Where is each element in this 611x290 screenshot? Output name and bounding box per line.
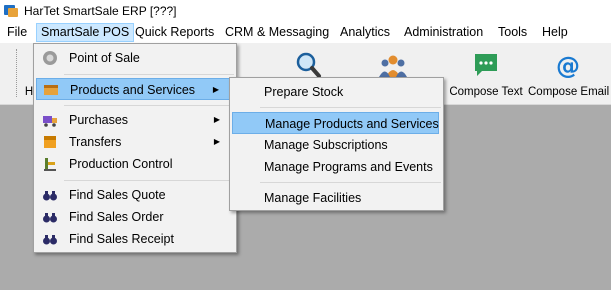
menu-smartsale-pos[interactable]: SmartSale POS <box>36 23 135 42</box>
menu-item-label: Manage Facilities <box>264 191 362 205</box>
menu-item-label: Find Sales Receipt <box>69 232 174 246</box>
menu-separator <box>64 105 234 106</box>
menu-item-manage-products-and-services[interactable]: Manage Products and Services <box>232 112 439 134</box>
menu-item-find-sales-quote[interactable]: Find Sales Quote <box>36 184 232 206</box>
menu-item-purchases[interactable]: Purchases ▶ <box>36 109 232 131</box>
menu-item-label: Point of Sale <box>69 51 140 65</box>
menu-crm-messaging[interactable]: CRM & Messaging <box>221 24 333 41</box>
people-icon <box>379 55 407 77</box>
compose-email-label: Compose Email <box>528 86 610 98</box>
window-title: HarTet SmartSale ERP [???] <box>24 4 177 18</box>
menu-item-products-and-services[interactable]: Products and Services ▶ <box>36 78 232 100</box>
toolbar-button-compose-text[interactable]: Compose Text <box>447 45 525 101</box>
menu-analytics[interactable]: Analytics <box>336 24 394 41</box>
compose-text-label: Compose Text <box>449 86 523 98</box>
menu-separator <box>64 180 234 181</box>
menu-item-prepare-stock[interactable]: Prepare Stock <box>232 81 439 103</box>
toolbar-separator <box>16 49 17 97</box>
at-icon: @ <box>556 52 580 79</box>
menu-item-manage-programs-and-events[interactable]: Manage Programs and Events <box>232 156 439 178</box>
menu-item-find-sales-order[interactable]: Find Sales Order <box>36 206 232 228</box>
app-logo-icon <box>4 5 18 17</box>
submenu-arrow-icon: ▶ <box>212 85 219 94</box>
menu-item-point-of-sale[interactable]: Point of Sale <box>36 47 232 69</box>
menu-separator <box>64 74 234 75</box>
chat-icon <box>475 54 497 76</box>
smartsale-pos-menu: Point of Sale Products and Services ▶ Pu… <box>33 43 237 253</box>
svg-text:@: @ <box>556 52 580 79</box>
menu-item-label: Transfers <box>69 135 122 149</box>
menu-item-label: Prepare Stock <box>264 85 344 99</box>
menu-tools[interactable]: Tools <box>494 24 531 41</box>
pos-icon <box>43 51 57 65</box>
menu-help[interactable]: Help <box>538 24 572 41</box>
menu-item-label: Find Sales Quote <box>69 188 166 202</box>
menu-item-production-control[interactable]: Production Control <box>36 153 232 175</box>
menu-separator <box>260 182 441 183</box>
menu-file[interactable]: File <box>3 24 31 41</box>
menu-item-label: Purchases <box>69 113 129 127</box>
submenu-arrow-icon: ▶ <box>213 115 220 124</box>
search-icon <box>296 52 321 78</box>
binoculars-icon <box>43 213 57 223</box>
menu-item-label: Production Control <box>69 157 173 171</box>
menu-item-manage-subscriptions[interactable]: Manage Subscriptions <box>232 134 439 156</box>
products-and-services-submenu: Prepare Stock Manage Products and Servic… <box>229 77 444 211</box>
menu-item-transfers[interactable]: Transfers ▶ <box>36 131 232 153</box>
products-icon <box>44 85 58 95</box>
purchases-icon <box>43 116 57 127</box>
menu-quick-reports[interactable]: Quick Reports <box>131 24 218 41</box>
transfers-icon <box>44 136 56 148</box>
menu-item-label: Products and Services <box>70 83 196 97</box>
binoculars-icon <box>43 235 57 245</box>
menu-separator <box>260 107 441 108</box>
submenu-arrow-icon: ▶ <box>213 137 220 146</box>
production-icon <box>44 158 56 171</box>
menu-item-manage-facilities[interactable]: Manage Facilities <box>232 187 439 209</box>
menu-bar: File SmartSale POS Quick Reports CRM & M… <box>0 22 611 43</box>
menu-item-find-sales-receipt[interactable]: Find Sales Receipt <box>36 228 232 250</box>
title-bar: HarTet SmartSale ERP [???] <box>0 0 611 22</box>
binoculars-icon <box>43 191 57 201</box>
toolbar-button-compose-email[interactable]: @ Compose Email <box>528 45 610 101</box>
menu-item-label: Manage Products and Services <box>265 117 439 131</box>
menu-item-label: Manage Programs and Events <box>264 160 433 174</box>
menu-administration[interactable]: Administration <box>400 24 487 41</box>
menu-item-label: Manage Subscriptions <box>264 138 388 152</box>
menu-item-label: Find Sales Order <box>69 210 164 224</box>
